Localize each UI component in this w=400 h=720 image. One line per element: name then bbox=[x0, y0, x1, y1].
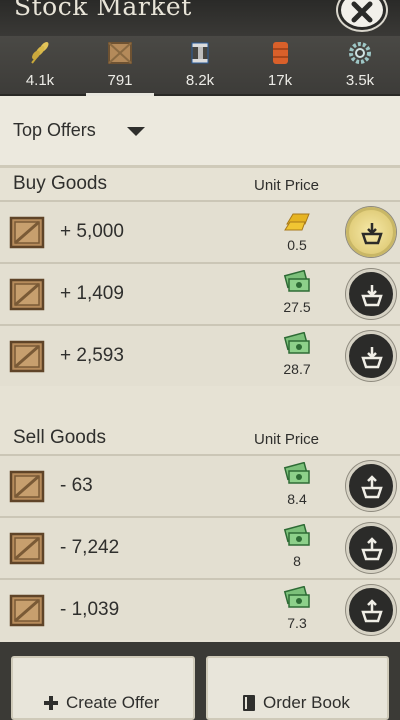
unit-price: 27.5 bbox=[283, 299, 311, 315]
plus-icon bbox=[44, 696, 58, 710]
crate-icon bbox=[9, 594, 45, 627]
header: Stock Market bbox=[0, 0, 400, 36]
crate-icon bbox=[9, 340, 45, 373]
sell-offer-row[interactable]: - 63 8.4 bbox=[0, 454, 400, 516]
book-icon bbox=[243, 695, 255, 711]
offer-quantity: - 7,242 bbox=[60, 537, 120, 558]
buy-button[interactable] bbox=[346, 207, 396, 257]
basket-in-icon bbox=[361, 223, 383, 245]
basket-out-icon bbox=[361, 475, 383, 499]
resource-value: 8.2k bbox=[185, 72, 215, 89]
resource-value: 17k bbox=[267, 72, 293, 89]
crate-icon bbox=[9, 216, 45, 249]
offer-quantity: - 1,039 bbox=[60, 599, 120, 620]
resource-value: 3.5k bbox=[345, 72, 375, 89]
gear-icon bbox=[349, 42, 371, 64]
resource-value: 4.1k bbox=[25, 72, 55, 89]
sell-section-header: Sell Goods Unit Price bbox=[0, 422, 400, 454]
cash-icon bbox=[283, 332, 310, 354]
unit-price: 7.3 bbox=[287, 615, 307, 631]
unit-price-label: Unit Price bbox=[254, 431, 320, 448]
offer-quantity: + 2,593 bbox=[60, 345, 124, 366]
buy-section-header: Buy Goods Unit Price bbox=[0, 168, 400, 200]
unit-price: 0.5 bbox=[287, 237, 307, 253]
resource-tab-wheat[interactable]: 4.1k bbox=[0, 36, 80, 94]
crate-icon bbox=[108, 42, 132, 64]
resource-tab-steel[interactable]: 8.2k bbox=[160, 36, 240, 94]
resource-tab-gear[interactable]: 3.5k bbox=[320, 36, 400, 94]
section-title: Buy Goods bbox=[13, 173, 107, 194]
buy-offer-row[interactable]: + 1,409 27.5 bbox=[0, 262, 400, 324]
order-book-button[interactable]: Order Book bbox=[206, 656, 389, 720]
close-button[interactable] bbox=[338, 0, 386, 30]
cash-icon bbox=[283, 524, 310, 546]
resource-bar: 4.1k 791 8.2k 17k 3.5k bbox=[0, 36, 400, 96]
offer-quantity: - 63 bbox=[60, 475, 93, 496]
page-title: Stock Market bbox=[14, 0, 192, 21]
cash-icon bbox=[283, 462, 310, 484]
order-book-label: Order Book bbox=[263, 693, 350, 712]
offer-quantity: + 1,409 bbox=[60, 283, 124, 304]
basket-out-icon bbox=[361, 599, 383, 623]
basket-out-icon bbox=[361, 537, 383, 561]
basket-in-icon bbox=[361, 347, 383, 369]
section-title: Sell Goods bbox=[13, 427, 106, 448]
cash-icon bbox=[283, 270, 310, 292]
sell-button[interactable] bbox=[346, 461, 396, 511]
filter-label: Top Offers bbox=[13, 120, 96, 140]
create-offer-label: Create Offer bbox=[66, 693, 160, 712]
sell-button[interactable] bbox=[346, 585, 396, 635]
resource-tab-oil[interactable]: 17k bbox=[240, 36, 320, 94]
unit-price: 28.7 bbox=[283, 361, 311, 377]
gold-bar-icon bbox=[284, 213, 310, 231]
crate-icon bbox=[9, 278, 45, 311]
unit-price: 8.4 bbox=[287, 491, 307, 507]
wheat-icon bbox=[31, 42, 49, 64]
create-offer-button[interactable]: Create Offer bbox=[11, 656, 195, 720]
unit-price-label: Unit Price bbox=[254, 177, 320, 194]
buy-offer-row[interactable]: + 2,593 28.7 bbox=[0, 324, 400, 386]
buy-button[interactable] bbox=[346, 269, 396, 319]
resource-tab-crate[interactable]: 791 bbox=[80, 36, 160, 96]
buy-offer-row[interactable]: + 5,000 0.5 bbox=[0, 200, 400, 262]
close-icon bbox=[351, 1, 373, 23]
unit-price: 8 bbox=[293, 553, 301, 569]
offer-quantity: + 5,000 bbox=[60, 221, 124, 242]
steel-beam-icon bbox=[191, 42, 209, 64]
resource-value: 791 bbox=[107, 72, 133, 89]
sell-offer-row[interactable]: - 7,242 8 bbox=[0, 516, 400, 578]
buy-button[interactable] bbox=[346, 331, 396, 381]
market-panel: Top Offers Buy Goods Unit Price + 5,000 … bbox=[0, 96, 400, 642]
crate-icon bbox=[9, 470, 45, 503]
chevron-down-icon bbox=[127, 127, 145, 136]
oil-barrel-icon bbox=[273, 42, 288, 64]
basket-in-icon bbox=[361, 285, 383, 307]
sell-offer-row[interactable]: - 1,039 7.3 bbox=[0, 578, 400, 640]
crate-icon bbox=[9, 532, 45, 565]
footer: Create Offer Order Book bbox=[0, 642, 400, 720]
cash-icon bbox=[283, 586, 310, 608]
sell-button[interactable] bbox=[346, 523, 396, 573]
offer-filter-dropdown[interactable]: Top Offers bbox=[0, 96, 400, 168]
